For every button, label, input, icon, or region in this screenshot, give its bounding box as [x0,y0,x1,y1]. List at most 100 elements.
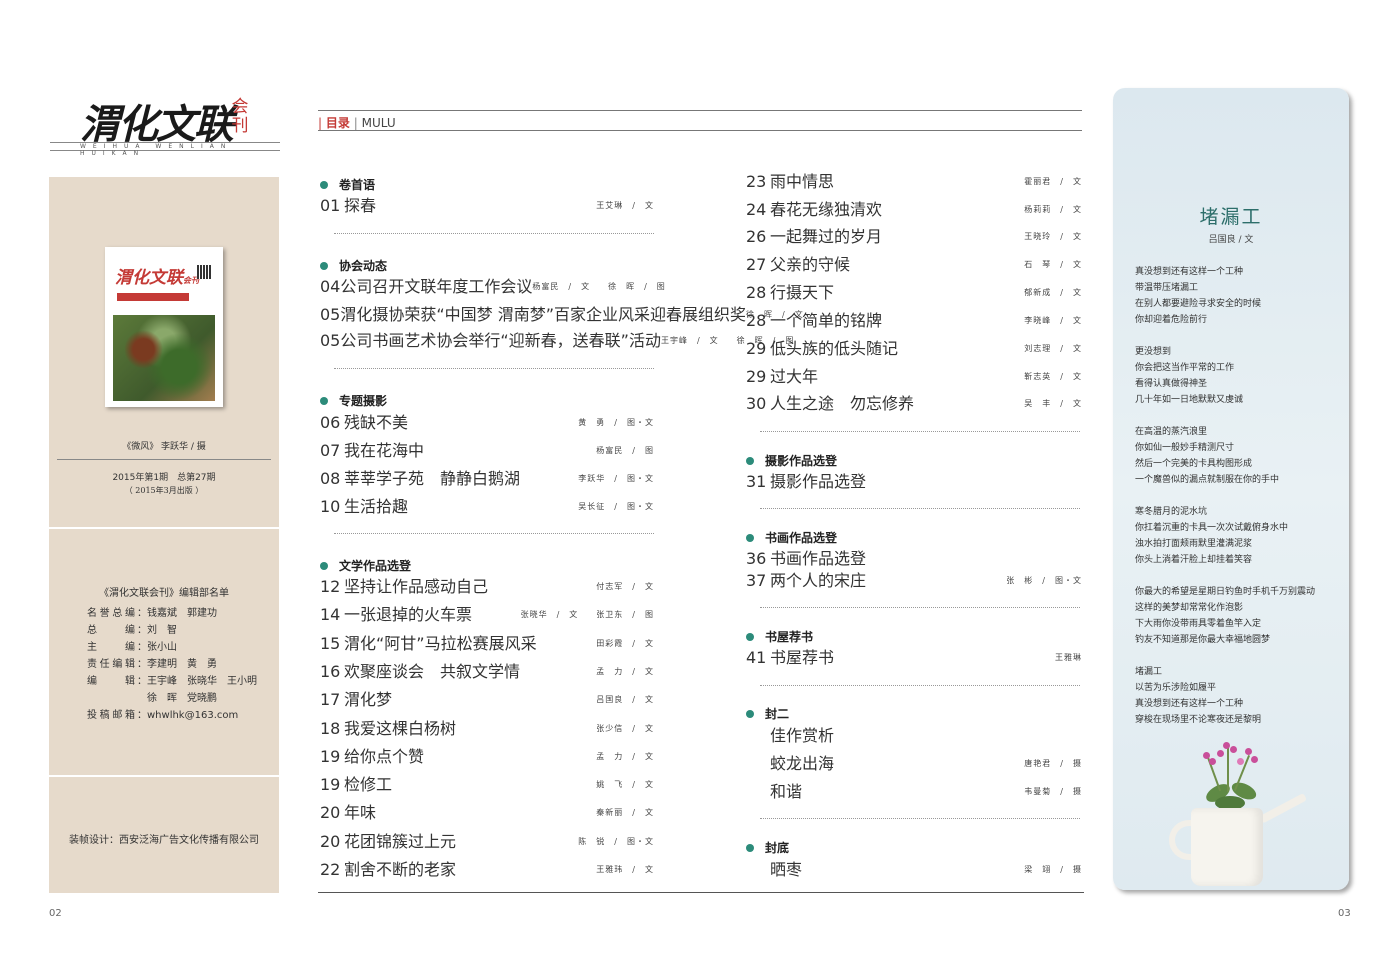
toc-entry[interactable]: 15 渭化“阿甘”马拉松赛展风采 田彩霞 / 文 [320,634,654,653]
cover-logo: 渭化文联会刊 [115,268,199,288]
cover-photo [113,315,215,401]
toc-entry[interactable]: 28 一个简单的铭牌 李晓峰 / 文 [746,311,1082,330]
cover-red-bar [117,293,189,301]
toc-entry[interactable]: 20 花团锦簇过上元 陈 锐 / 图・文 [320,834,654,850]
poem-line: 你却迎着危险前行 [1135,315,1208,325]
section-title: 书画作品选登 [765,531,838,545]
left-info-panel: 渭化文联会刊 《微风》 李跃华 / 摄 2015年第1期 总第27期 （ 201… [49,177,279,893]
toc-entry[interactable]: 10 生活拾趣 吴长征 / 图・文 [320,497,654,516]
flower-icon [1203,752,1210,759]
toc-entry[interactable]: 29 过大年 靳志英 / 文 [746,369,1082,385]
staff-value: 李建明 黄 勇 [147,659,217,670]
toc-entry[interactable]: 22 割舍不断的老家 王雅玮 / 文 [320,862,654,878]
toc-page-number: 07 [320,441,341,460]
poem-line: 你扛着沉重的卡具一次次试戴俯身水中 [1135,523,1289,533]
watering-can-spout [1259,792,1308,824]
toc-title: 年味 [344,803,377,822]
poem-line: 带温带压堵漏工 [1135,283,1199,293]
toc-title: 两个人的宋庄 [770,571,867,590]
cover-thumbnail: 渭化文联会刊 [105,247,223,407]
toc-page-number: 31 [746,472,767,491]
toc-entry[interactable]: 蛟龙出海 唐艳君 / 摄 [746,756,1082,772]
toc-entry[interactable]: 14 一张退掉的火车票 张晓华 / 文 张卫东 / 图 [320,607,654,623]
toc-entry[interactable]: 04 公司召开文联年度工作会议 杨富民 / 文 徐 晖 / 图 [320,277,665,296]
poem-line: 你会把这当作平常的工作 [1135,363,1235,373]
staff-colon: ： [137,659,147,670]
toc-entry[interactable]: 01 探春 王艾琳 / 文 [320,198,654,214]
toc-entry[interactable]: 07 我在花海中 杨富民 / 图 [320,441,654,460]
toc-page-number: 24 [746,200,767,219]
toc-author: 韦曼菊 / 摄 [1024,787,1082,796]
staff-row: 徐 晖 党晓鹏 [87,690,257,707]
toc-page-number: 04 [320,277,341,296]
section-heading: 文学作品选登 [320,557,411,574]
toc-entry[interactable]: 16 欢聚座谈会 共叙文学情 孟 力 / 文 [320,662,654,681]
staff-row: 主编：张小山 [87,639,257,656]
toc-entry[interactable]: 18 我爱这棵白杨树 张少信 / 文 [320,721,654,737]
divider [49,775,279,777]
toc-entry[interactable]: 37 两个人的宋庄 张 彬 / 图・文 [746,571,1082,590]
toc-entry[interactable]: 12 坚持让作品感动自己 付志军 / 文 [320,579,654,595]
toc-entry[interactable]: 36 书画作品选登 [746,549,1082,568]
staff-colon: ： [137,642,147,653]
toc-entry[interactable]: 和谐 韦曼菊 / 摄 [746,784,1082,800]
toc-page-number [746,730,770,742]
toc-entry[interactable]: 19 检修工 姚 飞 / 文 [320,775,654,794]
toc-entry[interactable]: 29 低头族的低头随记 刘志理 / 文 [746,341,1082,357]
toc-page-number: 15 [320,634,341,653]
section-heading: 封二 [746,705,789,722]
page-number-left: 02 [49,908,62,919]
toc-page-number: 36 [746,549,767,568]
toc-title: 渭化“阿甘”马拉松赛展风采 [344,634,537,653]
toc-author: 郁新成 / 文 [1024,288,1082,297]
toc-entry[interactable]: 晒枣 梁 翊 / 摄 [746,862,1082,878]
toc-author: 黄 勇 / 图・文 [578,418,654,427]
flower-stem [1227,748,1229,792]
toc-entry[interactable]: 24 春花无缘独清欢 杨莉莉 / 文 [746,200,1082,219]
toc-page-number: 10 [320,497,341,516]
toc-entry[interactable]: 05 渭化摄协荣获“中国梦 渭南梦”百家企业风采迎春展组织奖徐 晖 / 文 [320,307,803,323]
toc-entry[interactable]: 17 渭化梦 吕国良 / 文 [320,690,654,709]
toc-page-number: 19 [320,747,341,766]
toc-title: 欢聚座谈会 共叙文学情 [344,662,521,681]
contents-heading-cn: 目录 [325,116,350,130]
toc-entry[interactable]: 20 年味 秦新丽 / 文 [320,803,654,822]
staff-row: 名誉总编：钱嘉斌 郭建功 [87,605,257,622]
contents-header: | 目录 | MULU [318,110,1082,131]
toc-author: 孟 力 / 文 [596,667,654,676]
staff-colon: ： [137,710,147,721]
toc-entry[interactable]: 26 一起舞过的岁月 王晓玲 / 文 [746,229,1082,245]
toc-page-number: 27 [746,255,767,274]
toc-entry[interactable]: 30 人生之途 勿忘修养 吴 丰 / 文 [746,396,1082,412]
toc-entry[interactable]: 05 公司书画艺术协会举行“迎新春，送春联”活动 王宇峰 / 文 徐 晖 / 图 [320,333,793,349]
section-title: 摄影作品选登 [765,454,838,468]
bullet-icon [746,843,754,852]
toc-title: 公司书画艺术协会举行“迎新春，送春联”活动 [340,331,661,350]
toc-entry[interactable]: 31 摄影作品选登 [746,472,1082,491]
toc-entry[interactable]: 06 残缺不美 黄 勇 / 图・文 [320,413,654,432]
toc-entry[interactable]: 08 莘莘学子苑 静静白鹅湖 李跃华 / 图・文 [320,471,654,487]
toc-entry[interactable]: 19 给你点个赞 孟 力 / 文 [320,747,654,766]
dotted-divider [334,368,654,369]
toc-entry[interactable]: 佳作赏析 [746,728,1082,744]
toc-page-number: 41 [746,648,767,667]
toc-title: 检修工 [344,775,393,794]
toc-author: 陈 锐 / 图・文 [578,837,654,846]
toc-author: 刘志理 / 文 [1024,344,1082,353]
staff-label [87,690,135,707]
staff-colon: ： [137,608,147,619]
toc-page-number: 28 [746,311,767,330]
toc-page-number: 17 [320,690,341,709]
toc-page-number: 06 [320,413,341,432]
toc-entry[interactable]: 41 书屋荐书 王雅琳 [746,648,1082,667]
toc-entry[interactable]: 23 雨中情思 霍丽君 / 文 [746,174,1082,190]
staff-value: 徐 晖 党晓鹏 [147,693,217,704]
flower-icon [1217,750,1224,757]
toc-entry[interactable]: 27 父亲的守候 石 琴 / 文 [746,255,1082,274]
toc-author: 王艾琳 / 文 [596,201,654,210]
poem-line: 钓友不知道那是你最大幸福地圆梦 [1135,635,1271,645]
poem-line: 寒冬腊月的泥水坑 [1135,507,1208,517]
toc-title: 父亲的守候 [770,255,851,274]
poem-stanza: 你最大的希望是星期日钓鱼时手机千万别震动 这样的美梦却常常化作泡影 下大雨你没带雨具… [1135,584,1315,648]
toc-entry[interactable]: 28 行摄天下 郁新成 / 文 [746,285,1082,301]
